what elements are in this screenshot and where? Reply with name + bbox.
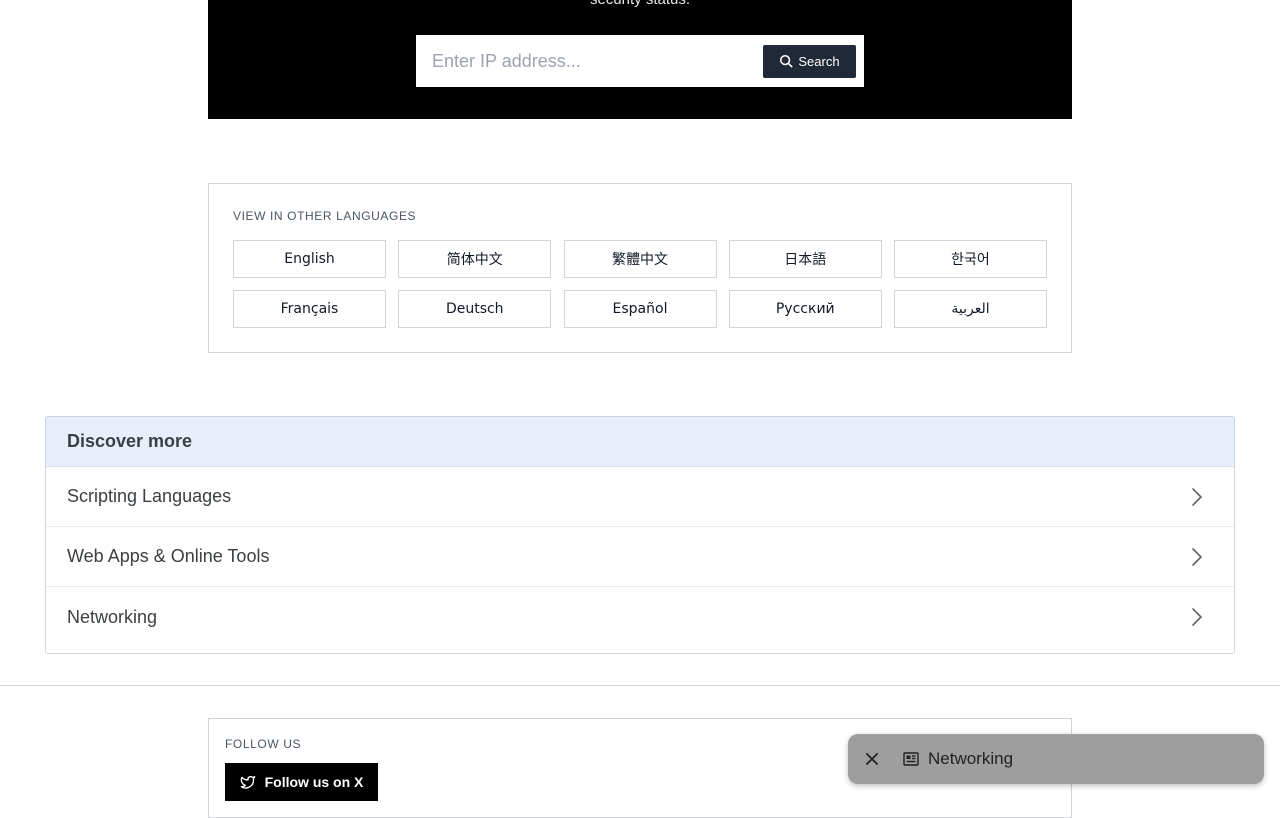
chip-close-button[interactable] [862, 749, 882, 769]
language-option-korean[interactable]: 한국어 [894, 240, 1047, 278]
follow-on-x-button[interactable]: Follow us on X [225, 763, 378, 801]
language-option-russian[interactable]: Русский [728, 290, 882, 328]
floating-topic-chip[interactable]: Networking [848, 734, 1264, 784]
newspaper-icon [903, 751, 919, 767]
ip-address-input[interactable] [432, 35, 763, 87]
search-icon [780, 54, 793, 68]
language-option-german[interactable]: Deutsch [398, 290, 552, 328]
discover-item-label: Web Apps & Online Tools [67, 546, 270, 566]
language-option-arabic[interactable]: العربية [894, 290, 1047, 328]
chip-label: Networking [928, 749, 1014, 768]
language-grid: English 简体中文 繁體中文 日本語 한국어 Français Deuts… [233, 240, 1047, 328]
chevron-right-icon [1192, 547, 1202, 566]
discover-item-label: Scripting Languages [67, 486, 232, 506]
close-icon [866, 753, 878, 765]
language-option-japanese[interactable]: 日本語 [728, 240, 882, 278]
language-option-simplified-chinese[interactable]: 简体中文 [398, 240, 552, 278]
discover-item-scripting-languages[interactable]: Scripting Languages [46, 467, 1234, 527]
follow-button-label: Follow us on X [264, 774, 364, 790]
discover-item-web-apps[interactable]: Web Apps & Online Tools [46, 527, 1234, 587]
discover-more-title: Discover more [67, 431, 193, 451]
search-button[interactable]: Search [763, 44, 856, 78]
search-button-label: Search [798, 53, 840, 69]
follow-us-heading: FOLLOW US [225, 737, 302, 751]
language-option-spanish[interactable]: Español [563, 290, 717, 328]
language-selector: VIEW IN OTHER LANGUAGES English 简体中文 繁體中… [208, 183, 1072, 353]
language-option-english[interactable]: English [233, 240, 386, 278]
language-option-traditional-chinese[interactable]: 繁體中文 [563, 240, 717, 278]
section-divider [0, 685, 1280, 686]
twitter-bird-icon [240, 776, 255, 789]
discover-more-header: Discover more [46, 417, 1234, 467]
chevron-right-icon [1192, 608, 1202, 626]
language-option-french[interactable]: Français [233, 290, 386, 328]
chevron-right-icon [1192, 487, 1202, 506]
language-heading: VIEW IN OTHER LANGUAGES [233, 209, 417, 223]
discover-item-networking[interactable]: Networking [46, 587, 1234, 647]
ip-search-form: Search [416, 35, 864, 87]
hero-tagline: security status. [208, 0, 1072, 9]
discover-more-panel: Discover more Scripting Languages Web Ap… [45, 416, 1235, 654]
hero-banner: security status. Search [208, 0, 1072, 119]
discover-item-label: Networking [67, 606, 158, 627]
